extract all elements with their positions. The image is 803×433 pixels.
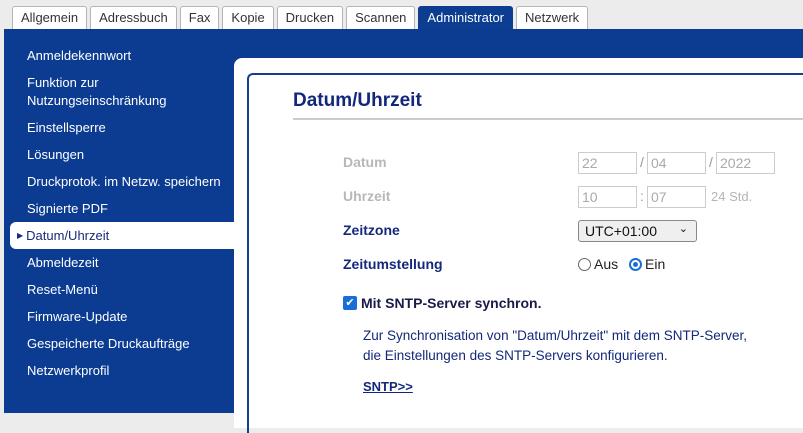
tab-kopie[interactable]: Kopie <box>222 6 274 29</box>
tab-netzwerk[interactable]: Netzwerk <box>516 6 589 29</box>
time-label: Uhrzeit <box>343 188 391 204</box>
sidebar-item-einstellsperre[interactable]: Einstellsperre <box>10 114 234 141</box>
content-border <box>247 73 803 433</box>
sntp-link[interactable]: SNTP>> <box>363 379 413 394</box>
minute-input[interactable]: 07 <box>647 186 706 208</box>
tab-fax[interactable]: Fax <box>179 6 220 29</box>
sidebar-item-label: Nutzungseinschränkung <box>27 93 167 108</box>
sidebar-item-netzwerkprofil[interactable]: Netzwerkprofil <box>10 357 234 384</box>
radio-on-icon <box>629 257 642 271</box>
dst-on-radio[interactable]: Ein <box>629 256 665 272</box>
sidebar-item-firmware-update[interactable]: Firmware-Update <box>10 303 234 330</box>
radio-label: Ein <box>645 256 666 272</box>
hour-input[interactable]: 10 <box>578 186 637 208</box>
sntp-description: Zur Synchronisation von "Datum/Uhrzeit" … <box>363 326 747 366</box>
triangle-right-icon: ▶ <box>17 231 24 240</box>
tab-drucken[interactable]: Drucken <box>276 6 344 29</box>
dst-label: Zeitumstellung <box>343 256 443 272</box>
year-input[interactable]: 2022 <box>716 152 775 174</box>
date-label: Datum <box>343 154 387 170</box>
sidebar-item-reset-menu[interactable]: Reset-Menü <box>10 276 234 303</box>
content-panel <box>234 58 803 433</box>
sidebar-item-loesungen[interactable]: Lösungen <box>10 141 234 168</box>
timezone-label: Zeitzone <box>343 222 400 238</box>
tab-administrator[interactable]: Administrator <box>418 6 513 29</box>
tab-scannen[interactable]: Scannen <box>346 6 416 29</box>
checkmark-icon: ✔ <box>345 297 355 309</box>
date-separator: / <box>709 154 713 170</box>
sidebar-item-abmeldezeit[interactable]: Abmeldezeit <box>10 249 234 276</box>
sntp-checkbox-label: Mit SNTP-Server synchron. <box>361 295 542 311</box>
tab-adressbuch[interactable]: Adressbuch <box>90 6 177 29</box>
time-separator: : <box>640 188 644 204</box>
title-divider <box>293 118 803 120</box>
sidebar-item-nutzungseinschraenkung[interactable]: Funktion zur Nutzungseinschränkung <box>10 69 234 114</box>
timezone-select[interactable]: UTC+01:00 ⌄ <box>578 220 697 242</box>
month-input[interactable]: 04 <box>647 152 706 174</box>
tab-allgemein[interactable]: Allgemein <box>12 6 88 29</box>
time-format: 24 Std. <box>711 189 753 204</box>
radio-off-icon <box>578 257 591 271</box>
chevron-down-icon: ⌄ <box>678 223 688 235</box>
tab-bar: Allgemein Adressbuch Fax Kopie Drucken S… <box>12 6 589 29</box>
sidebar-item-anmeldekennwort[interactable]: Anmeldekennwort <box>10 42 234 69</box>
desc-line: die Einstellungen des SNTP-Servers konfi… <box>363 348 668 363</box>
sntp-checkbox[interactable]: ✔ <box>343 296 357 310</box>
sidebar-item-signierte-pdf[interactable]: Signierte PDF <box>10 195 234 222</box>
dst-off-radio[interactable]: Aus <box>578 256 618 272</box>
timezone-value: UTC+01:00 <box>585 223 657 239</box>
date-separator: / <box>640 154 644 170</box>
sidebar-item-label: Funktion zur <box>27 75 99 90</box>
sidebar-item-label: Datum/Uhrzeit <box>26 228 110 243</box>
sidebar: Anmeldekennwort Funktion zur Nutzungseins… <box>10 42 234 384</box>
page-title: Datum/Uhrzeit <box>293 90 422 111</box>
desc-line: Zur Synchronisation von "Datum/Uhrzeit" … <box>363 328 747 343</box>
radio-label: Aus <box>594 256 619 272</box>
sidebar-item-datum-uhrzeit[interactable]: ▶ Datum/Uhrzeit <box>10 222 234 249</box>
sidebar-item-gespeicherte-druckauftraege[interactable]: Gespeicherte Druckaufträge <box>10 330 234 357</box>
day-input[interactable]: 22 <box>578 152 637 174</box>
sidebar-item-druckprotokoll[interactable]: Druckprotok. im Netzw. speichern <box>10 168 234 195</box>
